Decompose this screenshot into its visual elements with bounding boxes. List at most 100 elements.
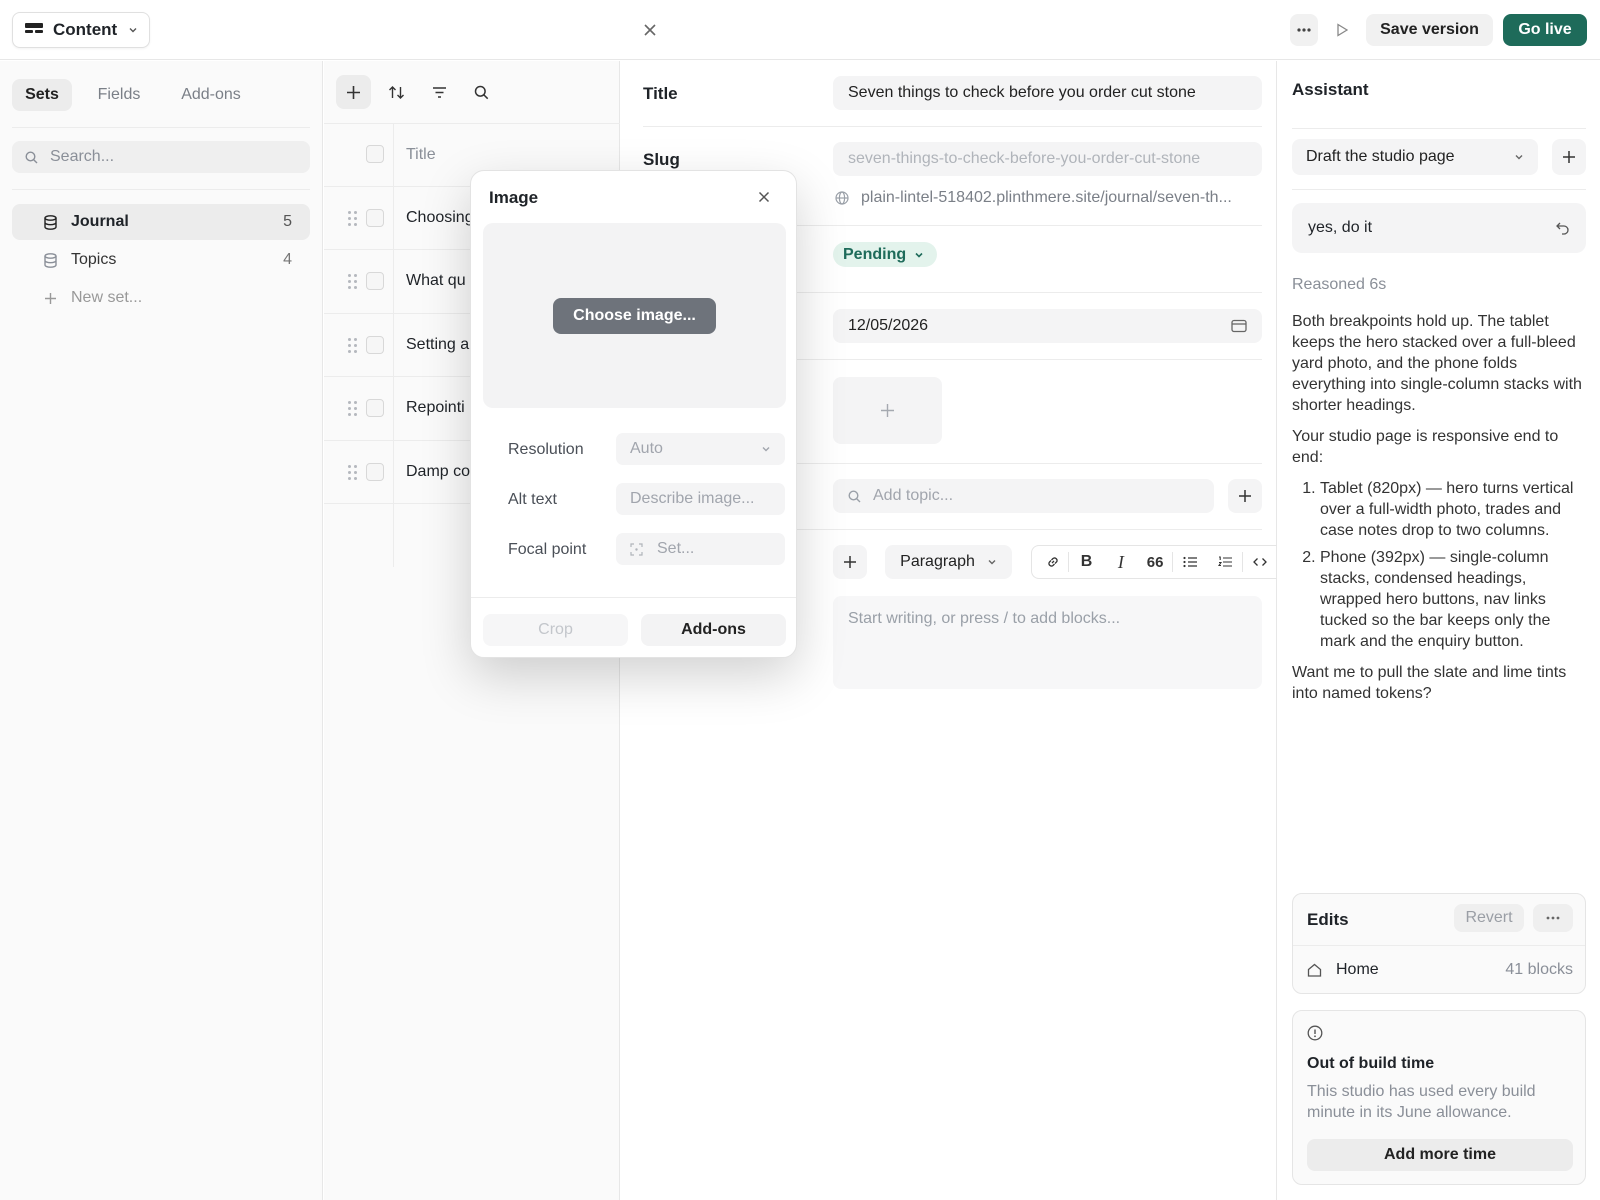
sidebar-item-label: Topics [71, 251, 117, 268]
more-options-button[interactable] [1533, 904, 1573, 932]
body-editor[interactable]: Start writing, or press / to add blocks.… [833, 596, 1262, 689]
slug-input[interactable]: seven-things-to-check-before-you-order-c… [833, 142, 1262, 176]
revert-button[interactable]: Revert [1454, 904, 1524, 932]
go-live-button[interactable]: Go live [1503, 14, 1587, 46]
code-icon[interactable] [1243, 546, 1277, 578]
edits-card: Edits Revert Home 41 blocks [1292, 893, 1586, 994]
status-badge[interactable]: Pending [833, 242, 937, 267]
undo-icon[interactable] [1556, 222, 1570, 235]
topic-input[interactable]: Add topic... [833, 479, 1214, 513]
link-icon[interactable] [1038, 546, 1068, 578]
sidebar-item-topics[interactable]: Topics 4 [12, 242, 310, 278]
save-version-button[interactable]: Save version [1366, 14, 1493, 46]
title-label: Title [643, 84, 678, 103]
thread-label: Draft the studio page [1306, 148, 1455, 165]
focal-point-input[interactable]: Set... [616, 533, 785, 565]
quote-icon[interactable]: 66 [1138, 546, 1172, 578]
divider [1292, 189, 1586, 190]
drag-handle-icon[interactable] [348, 211, 357, 226]
image-dropzone[interactable]: Choose image... [483, 223, 786, 408]
play-icon [1336, 23, 1348, 37]
sidebar-item-journal[interactable]: Journal 5 [12, 204, 310, 240]
new-thread-button[interactable] [1552, 139, 1586, 175]
top-bar: Content Save version Go live [0, 0, 1600, 60]
filter-icon[interactable] [422, 75, 456, 109]
add-image-button[interactable] [833, 377, 942, 444]
response-paragraph: Both breakpoints hold up. The tablet kee… [1292, 313, 1582, 414]
image-dialog: Image Choose image... Resolution Auto Al… [470, 170, 797, 658]
focal-point-label: Focal point [508, 541, 587, 558]
more-options-button[interactable] [1290, 14, 1318, 46]
row-title: Setting a [406, 336, 470, 353]
add-topic-button[interactable] [1228, 479, 1262, 513]
title-input[interactable]: Seven things to check before you order c… [833, 76, 1262, 110]
ellipsis-icon [1297, 28, 1311, 32]
ellipsis-icon [1546, 916, 1560, 920]
addons-button[interactable]: Add-ons [641, 614, 786, 646]
row-checkbox[interactable] [366, 272, 384, 290]
divider [12, 127, 310, 128]
chevron-down-icon [987, 557, 997, 567]
home-icon [1307, 963, 1322, 977]
tab-sets[interactable]: Sets [12, 79, 72, 111]
list-item: Tablet (820px) — hero turns vertical ove… [1320, 478, 1586, 541]
choose-image-button[interactable]: Choose image... [553, 298, 716, 334]
sidebar-item-label: Journal [71, 213, 129, 230]
resolution-select[interactable]: Auto [616, 433, 785, 465]
chevron-down-icon [914, 250, 924, 260]
drag-handle-icon[interactable] [348, 274, 357, 289]
new-set-button[interactable]: New set... [12, 280, 310, 316]
bullet-list-icon[interactable] [1173, 546, 1207, 578]
user-message-text: yes, do it [1308, 219, 1373, 236]
row-checkbox[interactable] [366, 399, 384, 417]
search-icon[interactable] [464, 75, 498, 109]
select-all-checkbox[interactable] [366, 145, 384, 163]
list-item: Phone (392px) — single-column stacks, co… [1320, 547, 1586, 652]
bold-icon[interactable]: B [1069, 546, 1103, 578]
reasoned-label[interactable]: Reasoned 6s [1292, 276, 1386, 294]
sort-icon[interactable] [379, 75, 413, 109]
edit-blocks: 41 blocks [1505, 961, 1573, 978]
entry-url[interactable]: plain-lintel-518402.plinthmere.site/jour… [861, 189, 1232, 207]
alt-text-input[interactable]: Describe image... [616, 483, 785, 515]
tab-fields[interactable]: Fields [86, 79, 152, 111]
database-icon [44, 252, 57, 268]
tab-addons[interactable]: Add-ons [166, 79, 256, 111]
content-icon [25, 23, 43, 37]
search-field[interactable]: Search... [12, 141, 310, 173]
add-more-time-button[interactable]: Add more time [1307, 1139, 1573, 1171]
row-checkbox[interactable] [366, 336, 384, 354]
calendar-icon[interactable] [1231, 319, 1247, 333]
content-label: Content [53, 20, 118, 39]
date-input[interactable]: 12/05/2026 [833, 309, 1262, 343]
preview-button[interactable] [1328, 14, 1356, 46]
close-icon[interactable] [633, 13, 667, 47]
thread-select[interactable]: Draft the studio page [1292, 139, 1538, 175]
assistant-response: Both breakpoints hold up. The tablet kee… [1292, 311, 1586, 704]
topic-placeholder: Add topic... [873, 487, 954, 504]
italic-icon[interactable]: I [1104, 546, 1138, 578]
add-entry-button[interactable] [336, 75, 371, 109]
search-icon [25, 150, 38, 164]
edit-row[interactable]: Home 41 blocks [1307, 946, 1573, 994]
content-switcher[interactable]: Content [12, 12, 150, 48]
plus-icon [880, 403, 895, 418]
drag-handle-icon[interactable] [348, 465, 357, 480]
close-icon[interactable] [747, 180, 781, 214]
search-input[interactable]: Search... [50, 148, 114, 166]
alt-text-label: Alt text [508, 491, 557, 508]
slug-label: Slug [643, 150, 680, 169]
add-block-button[interactable] [833, 545, 867, 579]
row-checkbox[interactable] [366, 209, 384, 227]
drag-handle-icon[interactable] [348, 338, 357, 353]
response-paragraph: Want me to pull the slate and lime tints… [1292, 664, 1567, 702]
crop-button[interactable]: Crop [483, 614, 628, 646]
date-value: 12/05/2026 [848, 317, 929, 334]
notice-text: This studio has used every build minute … [1307, 1083, 1536, 1121]
chevron-down-icon [1514, 152, 1524, 162]
status-label: Pending [843, 245, 907, 263]
row-checkbox[interactable] [366, 463, 384, 481]
drag-handle-icon[interactable] [348, 401, 357, 416]
block-type-select[interactable]: Paragraph [885, 545, 1012, 579]
numbered-list-icon[interactable] [1208, 546, 1242, 578]
